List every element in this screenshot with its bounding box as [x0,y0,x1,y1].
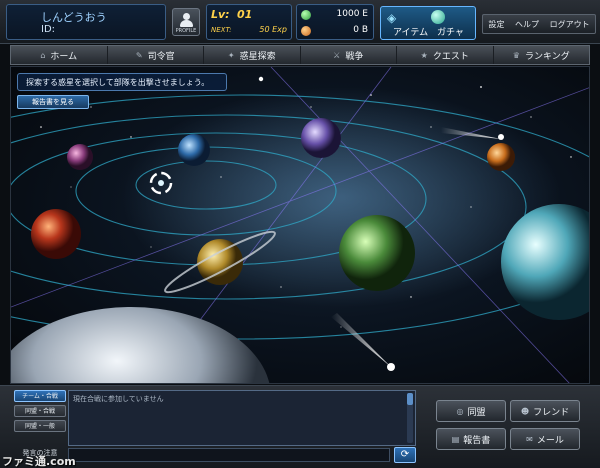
watermark: ファミ通.com [2,455,76,468]
chat-panel: チーム・合戦 同盟・合戦 同盟・一般 発言の注意 現在合戦に参加していません ⟳… [0,385,600,468]
chat-log: 現在合戦に参加していません [68,390,416,446]
war-icon: ⚔ [333,50,341,60]
chat-scrollbar[interactable] [407,393,413,443]
item-gacha-button[interactable]: ◈ アイテム ガチャ [380,6,476,40]
planet-green[interactable] [339,215,415,291]
profile-button[interactable]: PROFILE [172,8,200,36]
commander-icon: ✎ [135,50,143,60]
refresh-button[interactable]: ⟳ [394,447,416,463]
planet-map: 探索する惑星を選択して部隊を出撃させましょう。 報告書を見る [10,66,590,384]
help-link[interactable]: ヘルプ [515,19,539,30]
tab-alliance-battle[interactable]: 同盟・合戦 [14,405,66,417]
level-value: 01 [237,8,253,21]
status-bar: しんどうおう ID: PROFILE Lv: 01 NEXT: 50 Exp 1… [0,0,600,44]
item-icon: ◈ [387,11,397,25]
report-button[interactable]: ▤ 報告書 [436,428,506,450]
planet-icon: ✦ [227,50,235,60]
planet-pink[interactable] [67,144,93,170]
quest-star-icon: ★ [420,50,428,60]
item-label: アイテム [393,28,429,38]
settings-link[interactable]: 設定 [488,19,504,30]
gacha-icon [431,10,445,24]
star-field [11,67,589,383]
gem-value: 0 B [353,25,368,35]
nav-quest[interactable]: ★ クエスト [397,46,494,64]
money-coin-icon [301,10,311,20]
friend-button[interactable]: ☻ フレンド [510,400,580,422]
money-value: 1000 E [336,9,368,19]
alliance-icon: ◎ [456,406,464,416]
instruction-banner: 探索する惑星を選択して部隊を出撃させましょう。 [17,73,227,91]
nav-ranking[interactable]: ♛ ランキング [494,46,590,64]
logout-link[interactable]: ログアウト [550,19,590,30]
planet-blue[interactable] [178,134,210,166]
mail-button[interactable]: ✉ メール [510,428,580,450]
gem-coin-icon [301,26,311,36]
nav-war[interactable]: ⚔ 戦争 [301,46,397,64]
tab-alliance-general[interactable]: 同盟・一般 [14,420,66,432]
system-menu: 設定 ヘルプ ログアウト [482,14,596,34]
player-name: しんどうおう [41,11,107,24]
nav-home[interactable]: ⌂ ホーム [11,46,108,64]
profile-avatar-icon [183,13,190,20]
chat-tabs: チーム・合戦 同盟・合戦 同盟・一般 [14,390,66,435]
crown-icon: ♛ [512,50,520,60]
refresh-icon: ⟳ [400,449,410,460]
chat-input[interactable] [68,448,390,462]
view-report-button[interactable]: 報告書を見る [17,95,89,109]
profile-label: PROFILE [175,28,197,34]
player-id-label: ID: [41,24,56,35]
next-exp-value: 50 Exp [259,25,287,34]
player-info-panel: しんどうおう ID: [6,4,166,40]
planet-purple[interactable] [301,118,341,158]
planet-red[interactable] [31,209,81,259]
tab-team-battle[interactable]: チーム・合戦 [14,390,66,402]
planet-grey-moon [11,307,270,383]
level-panel: Lv: 01 NEXT: 50 Exp [206,4,292,40]
alliance-button[interactable]: ◎ 同盟 [436,400,506,422]
next-exp-label: NEXT: [211,26,232,34]
mail-icon: ✉ [526,434,533,444]
level-label: Lv: [211,8,230,21]
nav-commander[interactable]: ✎ 司令官 [108,46,204,64]
gacha-label: ガチャ [437,28,464,38]
friends-icon: ☻ [520,406,530,416]
chat-message: 現在合戦に参加していません [73,395,164,403]
planet-orange[interactable] [487,143,515,171]
home-icon: ⌂ [40,50,46,60]
nav-planet-explore[interactable]: ✦ 惑星探索 [204,46,301,64]
report-icon: ▤ [451,434,460,444]
currency-panel: 1000 E 0 B [296,4,374,40]
main-nav: ⌂ ホーム ✎ 司令官 ✦ 惑星探索 ⚔ 戦争 ★ クエスト ♛ ランキング [10,45,590,65]
